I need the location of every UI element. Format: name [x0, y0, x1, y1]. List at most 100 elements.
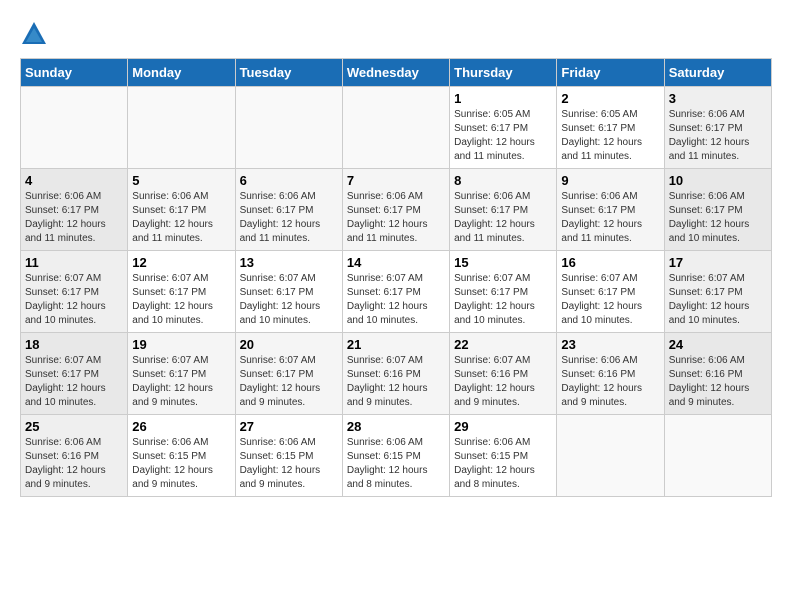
logo-icon — [20, 20, 48, 48]
calendar-cell: 1 Sunrise: 6:05 AM Sunset: 6:17 PM Daylig… — [450, 87, 557, 169]
day-number: 7 — [347, 173, 445, 188]
calendar-week-row: 11 Sunrise: 6:07 AM Sunset: 6:17 PM Dayli… — [21, 251, 772, 333]
day-number: 4 — [25, 173, 123, 188]
calendar-header-tuesday: Tuesday — [235, 59, 342, 87]
calendar-cell: 21Sunrise: 6:07 AM Sunset: 6:16 PM Dayli… — [342, 333, 449, 415]
calendar-cell: 27 Sunrise: 6:06 AM Sunset: 6:15 PM Dayli… — [235, 415, 342, 497]
day-info: Sunrise: 6:06 AM Sunset: 6:17 PM Dayligh… — [25, 190, 123, 246]
calendar-cell: 6 Sunrise: 6:06 AM Sunset: 6:17 PM Daylig… — [235, 169, 342, 251]
calendar-cell: 26 Sunrise: 6:06 AM Sunset: 6:15 PM Dayli… — [128, 415, 235, 497]
day-number: 9 — [561, 173, 659, 188]
day-info: Sunrise: 6:06 AM Sunset: 6:15 PM Dayligh… — [240, 436, 338, 492]
day-info: Sunrise: 6:06 AM Sunset: 6:17 PM Dayligh… — [669, 108, 767, 164]
day-number: 12 — [132, 255, 230, 270]
calendar-cell — [664, 415, 771, 497]
calendar-week-row: 25 Sunrise: 6:06 AM Sunset: 6:16 PM Dayli… — [21, 415, 772, 497]
calendar-cell — [557, 415, 664, 497]
calendar-cell: 20 Sunrise: 6:07 AM Sunset: 6:17 PM Dayli… — [235, 333, 342, 415]
day-info: Sunrise: 6:07 AM Sunset: 6:17 PM Dayligh… — [132, 354, 230, 410]
day-info: Sunrise: 6:06 AM Sunset: 6:17 PM Dayligh… — [454, 190, 552, 246]
calendar-week-row: 4 Sunrise: 6:06 AM Sunset: 6:17 PM Daylig… — [21, 169, 772, 251]
calendar-cell: 14 Sunrise: 6:07 AM Sunset: 6:17 PM Dayli… — [342, 251, 449, 333]
calendar-cell — [128, 87, 235, 169]
day-number: 20 — [240, 337, 338, 352]
day-info: Sunrise: 6:07 AM Sunset: 6:16 PM Dayligh… — [347, 354, 445, 410]
day-number: 23 — [561, 337, 659, 352]
page-header — [20, 20, 772, 48]
calendar-header-wednesday: Wednesday — [342, 59, 449, 87]
day-info: Sunrise: 6:06 AM Sunset: 6:16 PM Dayligh… — [25, 436, 123, 492]
day-info: Sunrise: 6:06 AM Sunset: 6:16 PM Dayligh… — [669, 354, 767, 410]
day-info: Sunrise: 6:07 AM Sunset: 6:16 PM Dayligh… — [454, 354, 552, 410]
day-info: Sunrise: 6:07 AM Sunset: 6:17 PM Dayligh… — [347, 272, 445, 328]
calendar-cell: 8 Sunrise: 6:06 AM Sunset: 6:17 PM Daylig… — [450, 169, 557, 251]
day-number: 14 — [347, 255, 445, 270]
calendar-cell: 12Sunrise: 6:07 AM Sunset: 6:17 PM Dayli… — [128, 251, 235, 333]
day-info: Sunrise: 6:07 AM Sunset: 6:17 PM Dayligh… — [25, 272, 123, 328]
day-number: 24 — [669, 337, 767, 352]
calendar-cell: 15 Sunrise: 6:07 AM Sunset: 6:17 PM Dayli… — [450, 251, 557, 333]
day-number: 19 — [132, 337, 230, 352]
calendar-week-row: 18 Sunrise: 6:07 AM Sunset: 6:17 PM Dayli… — [21, 333, 772, 415]
calendar-cell: 4 Sunrise: 6:06 AM Sunset: 6:17 PM Daylig… — [21, 169, 128, 251]
calendar-header-thursday: Thursday — [450, 59, 557, 87]
day-number: 3 — [669, 91, 767, 106]
day-info: Sunrise: 6:07 AM Sunset: 6:17 PM Dayligh… — [669, 272, 767, 328]
calendar-cell: 25 Sunrise: 6:06 AM Sunset: 6:16 PM Dayli… — [21, 415, 128, 497]
calendar-cell: 7 Sunrise: 6:06 AM Sunset: 6:17 PM Daylig… — [342, 169, 449, 251]
day-info: Sunrise: 6:06 AM Sunset: 6:15 PM Dayligh… — [132, 436, 230, 492]
logo — [20, 20, 52, 48]
day-info: Sunrise: 6:06 AM Sunset: 6:17 PM Dayligh… — [240, 190, 338, 246]
calendar-cell: 16 Sunrise: 6:07 AM Sunset: 6:17 PM Dayli… — [557, 251, 664, 333]
calendar-cell: 28 Sunrise: 6:06 AM Sunset: 6:15 PM Dayli… — [342, 415, 449, 497]
calendar-header-row: SundayMondayTuesdayWednesdayThursdayFrid… — [21, 59, 772, 87]
calendar-header-saturday: Saturday — [664, 59, 771, 87]
calendar-cell: 13 Sunrise: 6:07 AM Sunset: 6:17 PM Dayli… — [235, 251, 342, 333]
calendar-header-friday: Friday — [557, 59, 664, 87]
calendar-cell: 23 Sunrise: 6:06 AM Sunset: 6:16 PM Dayli… — [557, 333, 664, 415]
day-info: Sunrise: 6:07 AM Sunset: 6:17 PM Dayligh… — [240, 354, 338, 410]
day-info: Sunrise: 6:06 AM Sunset: 6:16 PM Dayligh… — [561, 354, 659, 410]
day-number: 15 — [454, 255, 552, 270]
calendar-cell — [21, 87, 128, 169]
day-number: 27 — [240, 419, 338, 434]
day-number: 16 — [561, 255, 659, 270]
day-number: 2 — [561, 91, 659, 106]
calendar-cell: 22 Sunrise: 6:07 AM Sunset: 6:16 PM Dayli… — [450, 333, 557, 415]
calendar-week-row: 1 Sunrise: 6:05 AM Sunset: 6:17 PM Daylig… — [21, 87, 772, 169]
calendar-cell: 11 Sunrise: 6:07 AM Sunset: 6:17 PM Dayli… — [21, 251, 128, 333]
calendar-cell — [342, 87, 449, 169]
day-number: 28 — [347, 419, 445, 434]
day-info: Sunrise: 6:06 AM Sunset: 6:15 PM Dayligh… — [347, 436, 445, 492]
day-number: 5 — [132, 173, 230, 188]
day-info: Sunrise: 6:07 AM Sunset: 6:17 PM Dayligh… — [25, 354, 123, 410]
day-number: 29 — [454, 419, 552, 434]
day-info: Sunrise: 6:07 AM Sunset: 6:17 PM Dayligh… — [240, 272, 338, 328]
day-number: 18 — [25, 337, 123, 352]
day-number: 6 — [240, 173, 338, 188]
day-info: Sunrise: 6:05 AM Sunset: 6:17 PM Dayligh… — [454, 108, 552, 164]
calendar-cell: 5 Sunrise: 6:06 AM Sunset: 6:17 PM Daylig… — [128, 169, 235, 251]
day-number: 11 — [25, 255, 123, 270]
calendar-cell: 10Sunrise: 6:06 AM Sunset: 6:17 PM Dayli… — [664, 169, 771, 251]
calendar-cell: 24 Sunrise: 6:06 AM Sunset: 6:16 PM Dayli… — [664, 333, 771, 415]
calendar-table: SundayMondayTuesdayWednesdayThursdayFrid… — [20, 58, 772, 497]
day-number: 1 — [454, 91, 552, 106]
day-info: Sunrise: 6:07 AM Sunset: 6:17 PM Dayligh… — [454, 272, 552, 328]
calendar-cell — [235, 87, 342, 169]
day-number: 8 — [454, 173, 552, 188]
calendar-cell: 17Sunrise: 6:07 AM Sunset: 6:17 PM Dayli… — [664, 251, 771, 333]
day-info: Sunrise: 6:06 AM Sunset: 6:17 PM Dayligh… — [561, 190, 659, 246]
calendar-cell: 18 Sunrise: 6:07 AM Sunset: 6:17 PM Dayli… — [21, 333, 128, 415]
calendar-cell: 2Sunrise: 6:05 AM Sunset: 6:17 PM Daylig… — [557, 87, 664, 169]
day-info: Sunrise: 6:07 AM Sunset: 6:17 PM Dayligh… — [561, 272, 659, 328]
day-number: 26 — [132, 419, 230, 434]
day-info: Sunrise: 6:06 AM Sunset: 6:17 PM Dayligh… — [347, 190, 445, 246]
calendar-header-monday: Monday — [128, 59, 235, 87]
day-info: Sunrise: 6:06 AM Sunset: 6:17 PM Dayligh… — [132, 190, 230, 246]
day-number: 25 — [25, 419, 123, 434]
day-number: 13 — [240, 255, 338, 270]
day-info: Sunrise: 6:06 AM Sunset: 6:15 PM Dayligh… — [454, 436, 552, 492]
day-number: 22 — [454, 337, 552, 352]
calendar-cell: 9 Sunrise: 6:06 AM Sunset: 6:17 PM Daylig… — [557, 169, 664, 251]
